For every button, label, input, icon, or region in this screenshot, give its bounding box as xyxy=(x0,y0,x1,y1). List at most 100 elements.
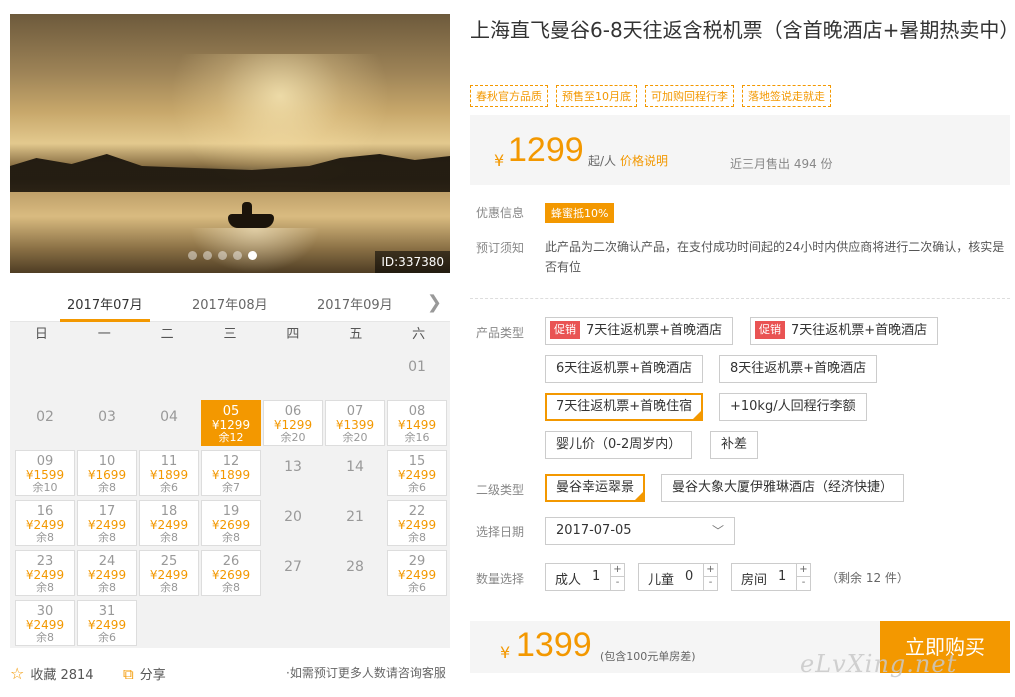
share-icon: ⧉ xyxy=(123,664,134,683)
calendar-day-available[interactable]: 23 ¥2499 余8 xyxy=(15,550,75,596)
child-stepper[interactable]: 儿童 0 + - xyxy=(638,563,718,591)
day-number: 18 xyxy=(160,504,178,519)
increment-button[interactable]: + xyxy=(704,564,717,577)
day-number: 31 xyxy=(98,604,116,619)
day-number: 13 xyxy=(284,459,302,475)
calendar-day-available[interactable]: 17 ¥2499 余8 xyxy=(77,500,137,546)
sub-type-option-selected[interactable]: 曼谷幸运翠景 xyxy=(545,474,646,502)
sold-count: 近三月售出 494 份 xyxy=(730,157,833,171)
weekday-label: 五 xyxy=(349,327,363,342)
day-price: ¥2499 xyxy=(87,618,127,632)
weekday-label: 四 xyxy=(286,327,300,342)
price-box: ¥ 1299 起/人 价格说明 近三月售出 494 份 xyxy=(470,115,1010,185)
day-number: 02 xyxy=(36,409,54,425)
product-type-option[interactable]: 补差 xyxy=(710,431,759,459)
calendar-day-available[interactable]: 19 ¥2699 余8 xyxy=(201,500,261,546)
day-number: 25 xyxy=(160,554,178,569)
day-price: ¥2699 xyxy=(211,518,251,532)
sub-type-option[interactable]: 曼谷大象大厦伊雅琳酒店（经济快捷） xyxy=(661,474,905,502)
calendar-day: 21 xyxy=(325,500,385,546)
share-button[interactable]: ⧉ 分享 xyxy=(123,664,166,684)
feature-tag: 春秋官方品质 xyxy=(470,85,548,107)
carousel-dot[interactable] xyxy=(203,251,212,260)
calendar-day-available[interactable]: 11 ¥1899 余6 xyxy=(139,450,199,496)
calendar-day-available[interactable]: 16 ¥2499 余8 xyxy=(15,500,75,546)
product-type-option[interactable]: +10kg/人回程行李额 xyxy=(719,393,867,421)
day-price: ¥2499 xyxy=(87,568,127,582)
calendar-day-available[interactable]: 31 ¥2499 余6 xyxy=(77,600,137,646)
decrement-button[interactable]: - xyxy=(797,577,810,590)
promo-tag: 促销 xyxy=(550,321,580,339)
carousel-dot[interactable] xyxy=(233,251,242,260)
calendar-day-available[interactable]: 22 ¥2499 余8 xyxy=(387,500,447,546)
price-unit: 起/人 xyxy=(588,154,617,168)
calendar-day-available[interactable]: 25 ¥2499 余8 xyxy=(139,550,199,596)
carousel-dot-active[interactable] xyxy=(248,251,257,260)
product-type-option[interactable]: 婴儿价（0-2周岁内） xyxy=(545,431,693,459)
room-count[interactable]: 1 xyxy=(778,569,786,584)
booking-notice-text: 此产品为二次确认产品，在支付成功时间起的24小时内供应商将进行二次确认，核实是否… xyxy=(545,240,1005,274)
product-hero-image[interactable]: ID:337380 xyxy=(10,14,450,273)
child-label: 儿童 xyxy=(648,573,675,588)
calendar-day-available[interactable]: 26 ¥2699 余8 xyxy=(201,550,261,596)
day-number: 08 xyxy=(408,404,426,419)
group-booking-note[interactable]: ·如需预订更多人数请咨询客服 xyxy=(286,664,446,681)
decrement-button[interactable]: - xyxy=(611,577,624,590)
day-number: 10 xyxy=(98,454,116,469)
adult-stepper[interactable]: 成人 1 + - xyxy=(545,563,625,591)
calendar-day-available[interactable]: 09 ¥1599 余10 xyxy=(15,450,75,496)
day-remaining: 余8 xyxy=(36,581,54,594)
product-type-option-selected[interactable]: 7天往返机票+首晚住宿 xyxy=(545,393,704,421)
calendar-day-available[interactable]: 12 ¥1899 余7 xyxy=(201,450,261,496)
calendar-day: 13 xyxy=(263,450,323,496)
day-number: 21 xyxy=(346,509,364,525)
decrement-button[interactable]: - xyxy=(704,577,717,590)
day-remaining: 余8 xyxy=(222,581,240,594)
day-price: ¥2499 xyxy=(25,618,65,632)
carousel-dot[interactable] xyxy=(218,251,227,260)
calendar-day-available[interactable]: 18 ¥2499 余8 xyxy=(139,500,199,546)
calendar-day xyxy=(201,350,261,396)
calendar-day-selected[interactable]: 05 ¥1299 余12 xyxy=(201,400,261,446)
price-explain-link[interactable]: 价格说明 xyxy=(620,152,668,169)
adult-count[interactable]: 1 xyxy=(592,569,600,584)
day-price: ¥1899 xyxy=(211,468,251,482)
day-number: 22 xyxy=(408,504,426,519)
calendar-day-available[interactable]: 15 ¥2499 余6 xyxy=(387,450,447,496)
calendar-day-available[interactable]: 06 ¥1299 余20 xyxy=(263,400,323,446)
product-type-option[interactable]: 6天往返机票+首晚酒店 xyxy=(545,355,704,383)
tab-month-july[interactable]: 2017年07月 xyxy=(67,294,143,313)
adult-label: 成人 xyxy=(555,573,582,588)
promo-badge: 蜂蜜抵10% xyxy=(545,203,615,223)
increment-button[interactable]: + xyxy=(797,564,810,577)
room-stepper[interactable]: 房间 1 + - xyxy=(731,563,811,591)
date-dropdown[interactable]: 2017-07-05 ﹀ xyxy=(545,517,735,545)
calendar-day: 03 xyxy=(77,400,137,446)
stepper-buttons: + - xyxy=(703,564,717,590)
day-remaining: 余12 xyxy=(218,431,244,444)
chevron-right-icon[interactable]: ❯ xyxy=(427,292,442,313)
day-remaining: 余8 xyxy=(36,631,54,644)
chevron-down-icon: ﹀ xyxy=(711,524,724,538)
day-remaining: 余6 xyxy=(160,481,178,494)
favorite-button[interactable]: ☆ 收藏 2814 xyxy=(10,664,94,683)
product-type-option[interactable]: 促销 7天往返机票+首晚酒店 xyxy=(545,317,734,345)
product-type-option[interactable]: 促销 7天往返机票+首晚酒店 xyxy=(750,317,939,345)
calendar-day: 01 xyxy=(387,350,447,396)
calendar-day-available[interactable]: 30 ¥2499 余8 xyxy=(15,600,75,646)
child-count[interactable]: 0 xyxy=(685,569,693,584)
carousel-dot[interactable] xyxy=(188,251,197,260)
calendar-day-available[interactable]: 08 ¥1499 余16 xyxy=(387,400,447,446)
product-type-option[interactable]: 8天往返机票+首晚酒店 xyxy=(719,355,878,383)
day-number: 17 xyxy=(98,504,116,519)
calendar-day-available[interactable]: 29 ¥2499 余6 xyxy=(387,550,447,596)
product-title: 上海直飞曼谷6-8天往返含税机票（含首晚酒店+暑期热卖中） xyxy=(470,18,1015,42)
calendar-day-available[interactable]: 07 ¥1399 余20 xyxy=(325,400,385,446)
tab-month-september[interactable]: 2017年09月 xyxy=(317,294,393,313)
increment-button[interactable]: + xyxy=(611,564,624,577)
tab-month-august[interactable]: 2017年08月 xyxy=(192,294,268,313)
day-price: ¥1599 xyxy=(25,468,65,482)
day-number: 06 xyxy=(284,404,302,419)
calendar-day-available[interactable]: 10 ¥1699 余8 xyxy=(77,450,137,496)
calendar-day-available[interactable]: 24 ¥2499 余8 xyxy=(77,550,137,596)
